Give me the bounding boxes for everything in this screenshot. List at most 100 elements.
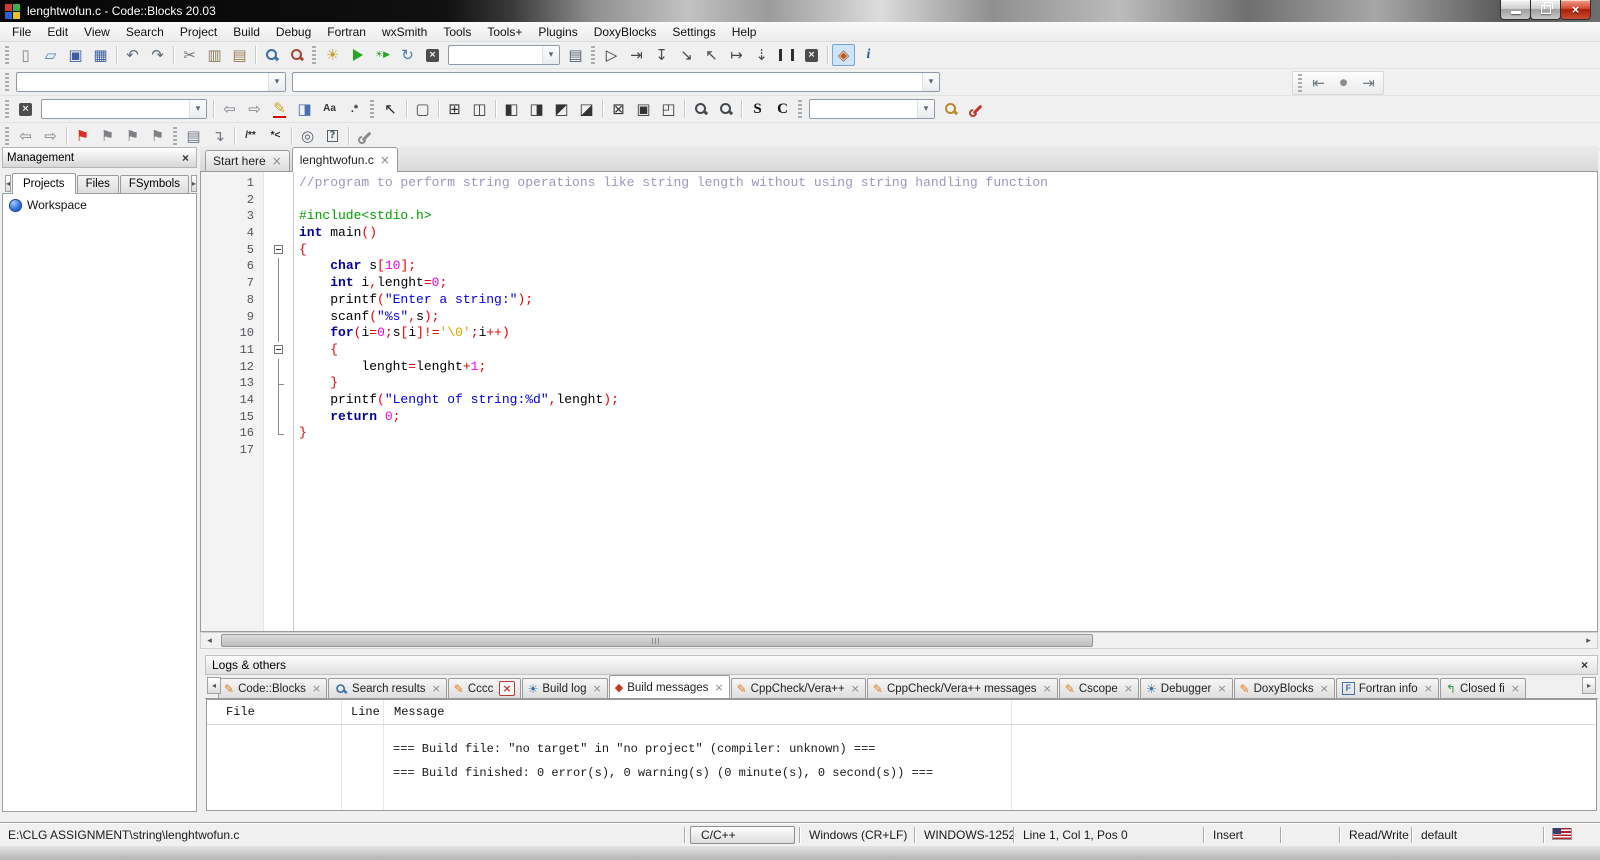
debugging-windows-button[interactable]: ◈	[832, 44, 855, 66]
management-close-icon[interactable]: ×	[179, 151, 192, 165]
jump-back-button[interactable]: ⇤	[1307, 72, 1330, 94]
copy-button[interactable]: ▥	[203, 44, 226, 66]
save-all-button[interactable]: ▦	[89, 44, 112, 66]
clear-bookmarks-button[interactable]: ⚑	[146, 125, 169, 147]
new-file-button[interactable]: ▯	[14, 44, 37, 66]
highlight-occurrences-button[interactable]: ✎	[268, 98, 291, 120]
incremental-search-next-button[interactable]: ⇨	[243, 98, 266, 120]
wxsmith-book-button[interactable]: ◩	[550, 98, 573, 120]
wxsmith-grid-window-button[interactable]: ⊞	[443, 98, 466, 120]
build-button[interactable]: ☀	[321, 44, 344, 66]
toolbar-grip[interactable]	[173, 127, 177, 145]
menu-fortran[interactable]: Fortran	[319, 23, 374, 41]
close-tab-icon[interactable]: ×	[851, 682, 860, 695]
build-and-run-button[interactable]: ☀▶	[371, 44, 394, 66]
toolbar-grip[interactable]	[5, 100, 9, 118]
scroll-right-arrow-icon[interactable]: ▸	[1580, 633, 1597, 648]
toolbar-grip[interactable]	[370, 100, 374, 118]
logs-tab-cccc[interactable]: ✎ Cccc ×	[447, 678, 521, 698]
editor-tab-start-here[interactable]: Start here ×	[205, 150, 290, 171]
run-to-cursor-button[interactable]: ⇥	[625, 44, 648, 66]
wxsmith-split-window-button[interactable]: ◫	[468, 98, 491, 120]
close-tab-icon[interactable]: ×	[1217, 682, 1226, 695]
close-tab-icon[interactable]: ×	[1124, 682, 1133, 695]
doxyblocks-run-chm-button[interactable]: ?	[321, 125, 344, 147]
doxyblocks-line-comment-button[interactable]: *<	[264, 125, 287, 147]
run-button[interactable]	[346, 44, 369, 66]
wxsmith-zoom-in-button[interactable]	[689, 98, 712, 120]
wxsmith-notebook-button[interactable]: ◨	[525, 98, 548, 120]
next-line-button[interactable]: ↧	[650, 44, 673, 66]
wxsmith-zoom-out-button[interactable]	[714, 98, 737, 120]
menu-tools[interactable]: Tools+	[479, 23, 530, 41]
management-tabs-scroll-right-button[interactable]: ▸	[190, 175, 197, 192]
step-out-button[interactable]: ↖	[700, 44, 723, 66]
find-button[interactable]	[260, 44, 283, 66]
doxyblocks-settings-button[interactable]	[353, 125, 376, 147]
jump-marker-button[interactable]: ●	[1332, 72, 1355, 94]
tab-files[interactable]: Files	[76, 175, 119, 193]
tree-item-workspace[interactable]: Workspace	[3, 194, 196, 216]
debug-continue-button[interactable]: ▷	[600, 44, 623, 66]
logs-tab-cppcheck-vera[interactable]: ✎ CppCheck/Vera++ ×	[730, 678, 866, 698]
menu-tools[interactable]: Tools	[435, 23, 479, 41]
wxsmith-show-sizers-button[interactable]: S	[746, 98, 769, 120]
close-tab-icon[interactable]: ×	[380, 153, 390, 167]
menu-project[interactable]: Project	[172, 23, 225, 41]
logs-tab-fortran-info[interactable]: F Fortran info ×	[1335, 678, 1439, 698]
build-message-row[interactable]: === Build finished: 0 error(s), 0 warnin…	[207, 761, 1596, 785]
paste-button[interactable]: ▤	[228, 44, 251, 66]
menu-debug[interactable]: Debug	[268, 23, 319, 41]
menu-edit[interactable]: Edit	[39, 23, 76, 41]
status-language[interactable]: C/C++	[690, 825, 795, 844]
wxsmith-pointer-button[interactable]: ↖	[379, 98, 402, 120]
menu-help[interactable]: Help	[724, 23, 765, 41]
logs-close-icon[interactable]: ×	[1578, 658, 1591, 672]
logs-tab-closed-fi[interactable]: ↰ Closed fi ×	[1439, 678, 1526, 698]
incremental-search-clear-button[interactable]: ×	[14, 98, 37, 120]
logs-tab-cppcheck-vera-messages[interactable]: ✎ CppCheck/Vera++ messages ×	[866, 678, 1058, 698]
save-button[interactable]: ▣	[64, 44, 87, 66]
browse-forward-button[interactable]: ⇨	[39, 125, 62, 147]
scroll-left-arrow-icon[interactable]: ◂	[201, 633, 218, 648]
next-bookmark-button[interactable]: ⚑	[121, 125, 144, 147]
menu-build[interactable]: Build	[225, 23, 268, 41]
wxsmith-show-containers-button[interactable]: C	[771, 98, 794, 120]
prev-bookmark-button[interactable]: ⚑	[96, 125, 119, 147]
logs-tab-doxyblocks[interactable]: ✎ DoxyBlocks ×	[1233, 678, 1335, 698]
jump-forward-button[interactable]: ⇥	[1357, 72, 1380, 94]
code-completion-scope-combo[interactable]: ▾	[292, 72, 940, 92]
menu-plugins[interactable]: Plugins	[530, 23, 585, 41]
various-info-button[interactable]: i	[857, 44, 880, 66]
toolbar-grip[interactable]	[5, 73, 9, 91]
toolbar-grip[interactable]	[1298, 74, 1302, 92]
menu-search[interactable]: Search	[118, 23, 172, 41]
selected-text-button[interactable]: ◨	[293, 98, 316, 120]
compiler-field-left-combo[interactable]: ▾	[16, 72, 286, 92]
editor-horizontal-scrollbar[interactable]: ◂ ▸	[200, 632, 1598, 649]
wxsmith-panel-resource-button[interactable]: ◰	[657, 98, 680, 120]
redo-button[interactable]: ↷	[146, 44, 169, 66]
scrollbar-thumb[interactable]	[221, 634, 1093, 647]
toolbar-grip[interactable]	[591, 46, 595, 64]
abort-build-button[interactable]: ×	[421, 44, 444, 66]
toolbar-grip[interactable]	[798, 100, 802, 118]
match-case-button[interactable]: Aa	[318, 98, 341, 120]
toolbar-grip[interactable]	[5, 127, 9, 145]
logs-tab-build-log[interactable]: ☀ Build log ×	[521, 678, 608, 698]
restore-button[interactable]	[1530, 0, 1561, 20]
step-into-instruction-button[interactable]: ⇣	[750, 44, 773, 66]
logs-tab-cscope[interactable]: ✎ Cscope ×	[1058, 678, 1140, 698]
toolbar-grip[interactable]	[312, 46, 316, 64]
wxsmith-settings-button[interactable]	[964, 98, 987, 120]
symbols-search-combo[interactable]: ▾	[809, 99, 935, 119]
select-target-button[interactable]: ▤	[564, 44, 587, 66]
close-tab-icon[interactable]: ×	[1511, 682, 1520, 695]
browse-back-button[interactable]: ⇦	[14, 125, 37, 147]
logs-tab-code-blocks[interactable]: ✎ Code::Blocks ×	[218, 678, 328, 698]
next-instruction-button[interactable]: ↦	[725, 44, 748, 66]
incremental-search-prev-button[interactable]: ⇦	[218, 98, 241, 120]
close-tab-icon[interactable]: ×	[312, 682, 321, 695]
close-tab-icon[interactable]: ×	[1424, 682, 1433, 695]
debug-pause-button[interactable]	[775, 44, 798, 66]
